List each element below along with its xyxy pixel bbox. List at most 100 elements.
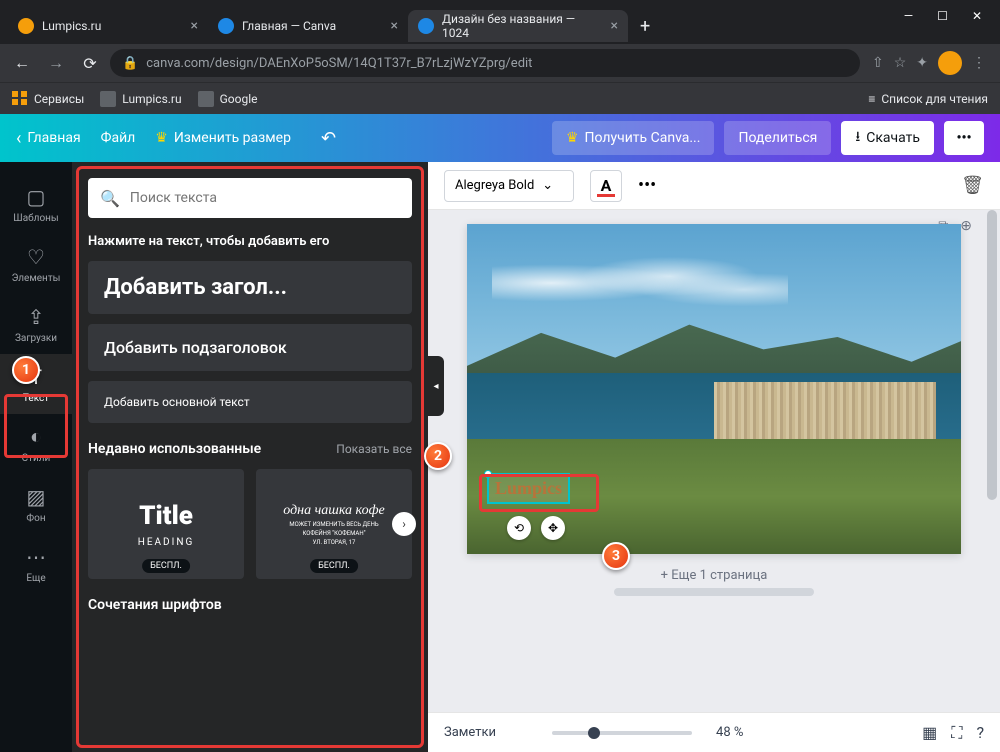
reading-list[interactable]: ≡ Список для чтения <box>868 92 988 106</box>
add-body-button[interactable]: Добавить основной текст <box>88 381 412 423</box>
window-maximize[interactable]: ☐ <box>937 9 948 23</box>
design-canvas[interactable]: Lumpics ⟲ ✥ <box>467 224 961 554</box>
chevron-down-icon: ⌄ <box>542 178 553 193</box>
free-badge: БЕСПЛ. <box>142 559 190 573</box>
fullscreen-icon[interactable]: ⛶ <box>951 723 962 743</box>
bookmark-lumpics[interactable]: Lumpics.ru <box>100 91 181 107</box>
bookmarks-bar: Сервисы Lumpics.ru Google ≡ Список для ч… <box>0 82 1000 114</box>
template-subtitle: HEADING <box>138 537 195 548</box>
tab-close-icon[interactable]: × <box>391 18 398 34</box>
tab-close-icon[interactable]: × <box>191 18 198 34</box>
crown-icon: ♛ <box>155 130 168 146</box>
forward-button[interactable]: → <box>42 49 70 77</box>
zoom-percent: 48 % <box>716 725 743 740</box>
help-icon[interactable]: ? <box>976 723 984 742</box>
delete-button[interactable]: 🗑 <box>961 175 984 196</box>
text-element-selected[interactable]: Lumpics <box>487 473 570 504</box>
canva-header: ‹Главная Файл ♛Изменить размер ↶ ♛Получи… <box>0 114 1000 162</box>
text-panel: 🔍 Нажмите на текст, чтобы добавить его Д… <box>72 162 428 752</box>
vertical-scrollbar[interactable] <box>984 210 1000 694</box>
template-script: одна чашка кофе <box>283 503 384 519</box>
rotate-handle[interactable]: ⟲ <box>507 516 531 540</box>
folder-icon <box>100 91 116 107</box>
bookmark-google[interactable]: Google <box>198 91 258 107</box>
back-button[interactable]: ← <box>8 49 36 77</box>
profile-avatar[interactable] <box>938 51 962 75</box>
bookmark-services[interactable]: Сервисы <box>12 91 84 107</box>
get-pro-button[interactable]: ♛Получить Canva... <box>552 121 714 155</box>
resize-menu[interactable]: ♛Изменить размер <box>155 130 291 146</box>
sidebar-styles[interactable]: ◐Стили <box>0 414 72 474</box>
show-all-link[interactable]: Показать все <box>336 442 412 456</box>
add-page-button[interactable]: + Еще 1 страница <box>661 568 768 583</box>
address-bar: ← → ⟳ 🔒 canva.com/design/DAEnXoP5oSM/14Q… <box>0 44 1000 82</box>
templates-next-button[interactable]: › <box>392 512 416 536</box>
folder-icon <box>198 91 214 107</box>
free-badge: БЕСПЛ. <box>310 559 358 573</box>
move-handle[interactable]: ✥ <box>541 516 565 540</box>
tab-title: Дизайн без названия — 1024 <box>442 12 603 40</box>
download-button[interactable]: ⭳Скачать <box>841 121 934 155</box>
grid-view-icon[interactable]: ▦ <box>922 723 937 742</box>
zoom-thumb[interactable] <box>588 727 600 739</box>
more-button[interactable]: ••• <box>944 121 984 155</box>
sidebar-uploads[interactable]: ⇪Загрузки <box>0 294 72 354</box>
file-menu[interactable]: Файл <box>101 130 136 146</box>
window-close[interactable]: ✕ <box>972 9 982 23</box>
template-title: Title <box>139 501 193 531</box>
left-sidebar: ▢Шаблоны ♡Элементы ⇪Загрузки TТекст ◐Сти… <box>0 162 72 752</box>
tab-favicon <box>418 18 434 34</box>
background-icon: ▨ <box>27 485 46 509</box>
browser-tabs: Lumpics.ru × Главная — Canva × Дизайн бе… <box>0 8 1000 44</box>
tab-favicon <box>18 18 34 34</box>
tab-canva-design[interactable]: Дизайн без названия — 1024 × <box>408 10 628 42</box>
home-link[interactable]: ‹Главная <box>16 128 81 149</box>
download-icon: ⭳ <box>855 126 860 150</box>
search-text-input[interactable]: 🔍 <box>88 178 412 218</box>
list-icon: ≡ <box>868 92 875 106</box>
tab-close-icon[interactable]: × <box>611 18 618 34</box>
tab-canva-home[interactable]: Главная — Canva × <box>208 10 408 42</box>
selection-handle[interactable] <box>484 470 492 478</box>
undo-button[interactable]: ↶ <box>321 128 336 149</box>
sidebar-more[interactable]: ⋯Еще <box>0 534 72 594</box>
text-content[interactable]: Lumpics <box>495 478 562 498</box>
sidebar-background[interactable]: ▨Фон <box>0 474 72 534</box>
sidebar-elements[interactable]: ♡Элементы <box>0 234 72 294</box>
text-template-2[interactable]: одна чашка кофе МОЖЕТ ИЗМЕНИТЬ ВЕСЬ ДЕНЬ… <box>256 469 412 579</box>
more-icon: ⋯ <box>26 545 46 569</box>
window-minimize[interactable]: — <box>904 9 913 23</box>
reload-button[interactable]: ⟳ <box>76 49 104 77</box>
toolbar-more-button[interactable]: ••• <box>638 175 656 196</box>
template-line: УЛ. ВТОРАЯ, 17 <box>313 539 356 546</box>
panel-collapse-handle[interactable]: ◂ <box>428 356 444 416</box>
template-line: МОЖЕТ ИЗМЕНИТЬ ВЕСЬ ДЕНЬ <box>289 521 378 528</box>
text-color-button[interactable]: A <box>590 170 622 202</box>
font-selector[interactable]: Alegreya Bold ⌄ <box>444 170 574 202</box>
chevron-left-icon: ‹ <box>16 128 21 149</box>
add-heading-button[interactable]: Добавить загол... <box>88 261 412 314</box>
menu-icon[interactable]: ⋮ <box>972 55 986 71</box>
sidebar-templates[interactable]: ▢Шаблоны <box>0 174 72 234</box>
elements-icon: ♡ <box>27 245 45 269</box>
tab-lumpics[interactable]: Lumpics.ru × <box>8 10 208 42</box>
zoom-slider[interactable] <box>552 731 692 735</box>
bottom-bar: Заметки 48 % ▦ ⛶ ? <box>428 712 1000 752</box>
new-tab-button[interactable]: + <box>628 16 662 37</box>
share-icon[interactable]: ⇧ <box>872 55 884 71</box>
search-field[interactable] <box>130 190 400 206</box>
url-input[interactable]: 🔒 canva.com/design/DAEnXoP5oSM/14Q1T37r_… <box>110 49 860 77</box>
notes-button[interactable]: Заметки <box>444 725 496 740</box>
extension-icon[interactable]: ✦ <box>916 55 928 71</box>
add-subheading-button[interactable]: Добавить подзаголовок <box>88 324 412 371</box>
annotation-callout-1: 1 <box>12 356 40 384</box>
share-button[interactable]: Поделиться <box>724 121 831 155</box>
add-page-icon[interactable]: ⊕ <box>960 218 972 234</box>
styles-icon: ◐ <box>30 424 42 449</box>
bookmark-icon[interactable]: ☆ <box>894 55 907 71</box>
text-template-1[interactable]: Title HEADING БЕСПЛ. <box>88 469 244 579</box>
scrollbar-thumb[interactable] <box>987 210 997 500</box>
lock-icon: 🔒 <box>122 56 138 71</box>
url-text: canva.com/design/DAEnXoP5oSM/14Q1T37r_B7… <box>146 56 532 71</box>
horizontal-scrollbar[interactable] <box>614 588 814 596</box>
